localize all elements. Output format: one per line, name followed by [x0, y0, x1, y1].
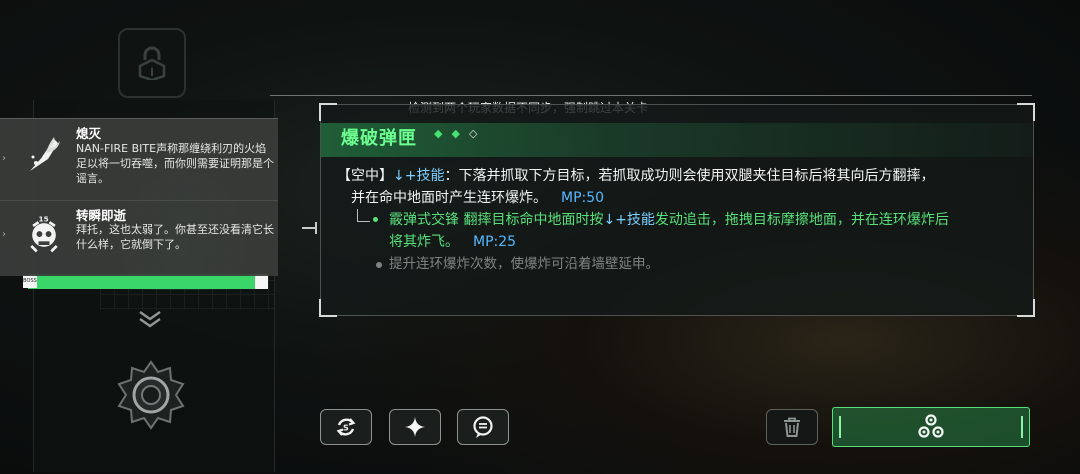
skill-name: 爆破弹匣 [341, 128, 417, 149]
skill-detail-panel: 爆破弹匣 ◆ ◆ ◇ 【空中】↓+技能：下落并抓取下方目标，若抓取成功则会使用双… [319, 103, 1035, 317]
gear-cluster-icon [918, 414, 944, 438]
selected-skill-bar[interactable]: BOSS [23, 274, 268, 289]
rank-pip-empty: ◇ [468, 127, 478, 140]
mp-cost: MP:50 [561, 190, 605, 206]
locked-upgrade-dot [376, 262, 382, 268]
flame-blade-icon [30, 137, 60, 171]
expand-arrow-icon: › [2, 229, 6, 240]
remove-skill-button[interactable] [766, 409, 818, 445]
command-input: ↓+技能 [393, 168, 445, 184]
skill-desc-line: 【空中】↓+技能：下落并抓取下方目标，若抓取成功则会使用双腿夹住目标后将其向后方… [337, 165, 934, 187]
buff-description: 拜托，这也太弱了。你甚至还没看清它长什么样，它就倒下了。 [76, 223, 274, 251]
trash-icon [784, 417, 800, 437]
frame-corner [1017, 103, 1035, 121]
tooltip-connector [302, 222, 317, 234]
badge-icon: BOSS [23, 275, 37, 288]
frame-tick [1021, 416, 1023, 438]
frame-tick [839, 416, 841, 438]
upgrade-line: 提升连环爆炸次数，使爆炸可沿着墙壁延申。 [389, 256, 659, 272]
frame-corner [1017, 299, 1035, 317]
skill-desc-line: 并在命中地面时产生连环爆炸。 MP:50 [351, 187, 604, 209]
followup-line: 霰弹式交锋 翻摔目标命中地面时按↓+技能发动追击，拖拽目标摩擦地面，并在连环爆炸… [389, 209, 949, 231]
swap-skill-button[interactable]: S [320, 409, 372, 445]
command-input: ↓+技能 [603, 212, 655, 228]
buff-card: › 熄灭 NAN-FIRE BITE声称那缠绕利刃的火焰足以将一切吞噬，而你则需… [0, 118, 278, 201]
buff-card: › 15 转瞬即逝 拜托，这也太弱了。你甚至还没看清它长什么样，它就倒下了。 [0, 200, 278, 276]
followup-text: 将其炸飞。 [389, 234, 459, 250]
skill-desc-text: ：下落并抓取下方目标，若抓取成功则会使用双腿夹住目标后将其向后方翻摔， [444, 168, 935, 184]
selection-marker [255, 274, 268, 289]
branch-dot [373, 217, 378, 222]
svg-text:S: S [343, 424, 349, 433]
swap-icon: S [336, 418, 356, 436]
skull-badge-icon: 15 [30, 215, 58, 253]
skill-header [321, 123, 1033, 157]
sparkle-icon [405, 417, 425, 437]
locked-slot[interactable] [118, 28, 186, 98]
skill-rank: ◆ ◆ ◇ [434, 127, 477, 141]
mp-cost: MP:25 [473, 234, 517, 250]
followup-text: 发动追击，拖拽目标摩擦地面，并在连环爆炸后 [654, 212, 949, 228]
buff-description: NAN-FIRE BITE声称那缠绕利刃的火焰足以将一切吞噬，而你则需要证明那是… [76, 142, 274, 185]
branch-connector [357, 209, 370, 222]
frame-corner [319, 299, 337, 317]
skill-condition: 【空中】 [337, 168, 393, 184]
gear-icon[interactable] [116, 360, 186, 430]
lock-icon [138, 46, 166, 80]
rank-pip-filled: ◆ [434, 127, 443, 140]
hint-bubble-icon [473, 416, 493, 438]
followup-text: 霰弹式交锋 翻摔目标命中地面时按 [389, 212, 604, 228]
chevron-down-icon[interactable] [134, 306, 166, 330]
skill-desc-text: 并在命中地面时产生连环爆炸。 [351, 190, 547, 206]
equip-skill-button[interactable] [832, 407, 1030, 447]
followup-line: 将其炸飞。 MP:25 [389, 231, 516, 253]
notice-divider [270, 95, 1032, 96]
enhance-button[interactable] [389, 409, 441, 445]
rank-pip-filled: ◆ [451, 127, 460, 140]
buff-level: 15 [39, 215, 49, 223]
hint-button[interactable] [457, 409, 509, 445]
expand-arrow-icon: › [2, 153, 6, 164]
buff-title: 熄灭 [76, 126, 102, 141]
frame-corner [319, 103, 337, 121]
